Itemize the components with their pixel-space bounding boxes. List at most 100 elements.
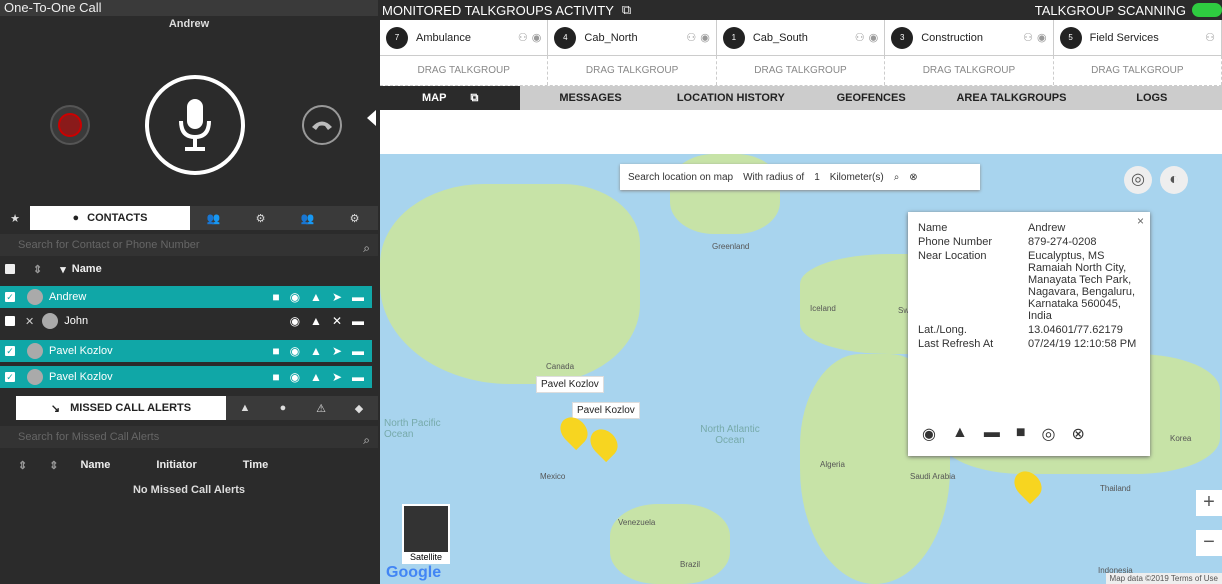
video-icon[interactable]: ■: [272, 344, 279, 358]
tab-talkgroups[interactable]: 👥: [284, 206, 331, 230]
ptt-icon[interactable]: ◉: [290, 344, 300, 358]
tab-broadcast[interactable]: ⚙: [331, 206, 378, 230]
talkgroup-cab-north[interactable]: 4 Cab_North ⚇ ◉: [548, 20, 717, 55]
row-checkbox[interactable]: ✓: [5, 346, 15, 356]
monitored-title: MONITORED TALKGROUPS ACTIVITY: [382, 2, 614, 18]
tab-location-history[interactable]: LOCATION HISTORY: [661, 92, 801, 104]
talkgroup-name: Cab_North: [584, 31, 638, 44]
message-icon[interactable]: ▬: [352, 290, 364, 304]
name-sort-icon[interactable]: ▾: [60, 263, 66, 276]
row-checkbox[interactable]: [5, 316, 15, 326]
tab-area-talkgroups[interactable]: AREA TALKGROUPS: [941, 92, 1081, 104]
tab-status[interactable]: ◆: [340, 396, 378, 420]
name-column-header[interactable]: Name: [80, 459, 110, 471]
tab-warning[interactable]: ⚠: [302, 396, 340, 420]
locate-icon[interactable]: ⊗: [909, 172, 917, 183]
message-icon[interactable]: ▬: [352, 370, 364, 384]
alert-bell-icon[interactable]: ▲: [310, 370, 322, 384]
message-icon[interactable]: ▬: [984, 424, 1000, 444]
tab-contacts[interactable]: ● CONTACTS: [30, 206, 190, 230]
map-layer-icon[interactable]: ◐: [1160, 166, 1188, 194]
tab-missed-call-alerts[interactable]: ↘ MISSED CALL ALERTS: [16, 396, 226, 420]
contact-search-input[interactable]: Search for Contact or Phone Number ⌕: [0, 234, 378, 256]
zoom-out-button[interactable]: −: [1196, 530, 1222, 556]
ptt-icon[interactable]: ◉: [922, 424, 936, 444]
contact-row[interactable]: ✓ Pavel Kozlov ■ ◉ ▲ ➤ ▬: [0, 340, 372, 362]
row-checkbox[interactable]: ✓: [5, 292, 15, 302]
user-location-marker[interactable]: [584, 423, 624, 463]
message-icon[interactable]: ▬: [352, 314, 364, 328]
talkgroup-construction[interactable]: 3 Construction ⚇ ◉: [885, 20, 1054, 55]
map-search-bar[interactable]: Search location on map With radius of 1 …: [620, 164, 980, 190]
contact-row[interactable]: ✕ John ◉ ▲ ✕ ▬: [0, 310, 372, 332]
drag-talkgroup-slot[interactable]: DRAG TALKGROUP: [717, 56, 886, 85]
popout-icon[interactable]: ⧉: [470, 92, 478, 104]
zoom-in-button[interactable]: +: [1196, 490, 1222, 516]
geofence-icon[interactable]: ◎: [1124, 166, 1152, 194]
ptt-icon[interactable]: ◉: [532, 31, 542, 44]
tab-groups[interactable]: 👥: [190, 206, 237, 230]
missed-list-header: ⇕ ⇕ Name Initiator Time: [0, 454, 378, 476]
location-icon[interactable]: ✕: [332, 314, 342, 328]
scanning-toggle[interactable]: [1192, 3, 1222, 17]
map-label-mexico: Mexico: [540, 472, 566, 481]
ptt-icon[interactable]: ◉: [290, 314, 300, 328]
alert-bell-icon[interactable]: ▲: [952, 424, 968, 444]
tab-messages[interactable]: MESSAGES: [520, 92, 660, 104]
tab-geofences[interactable]: GEOFENCES: [801, 92, 941, 104]
ptt-icon[interactable]: ◉: [1037, 31, 1047, 44]
drag-talkgroup-slot[interactable]: DRAG TALKGROUP: [380, 56, 549, 85]
scanning-label: TALKGROUP SCANNING: [1034, 2, 1186, 18]
location-icon[interactable]: ◎: [1041, 424, 1055, 444]
video-icon[interactable]: ■: [1016, 424, 1026, 444]
tab-dynamic-groups[interactable]: ⚙: [237, 206, 284, 230]
alert-bell-icon[interactable]: ▲: [310, 290, 322, 304]
location-icon[interactable]: ➤: [332, 290, 342, 304]
talkgroup-ambulance[interactable]: 7 Ambulance ⚇ ◉: [380, 20, 549, 55]
contact-row[interactable]: ✓ Pavel Kozlov ■ ◉ ▲ ➤ ▬: [0, 366, 372, 388]
contact-row[interactable]: ✓ Andrew ■ ◉ ▲ ➤ ▬: [0, 286, 372, 308]
ptt-icon[interactable]: ◉: [700, 31, 710, 44]
geofence-icon[interactable]: ⊗: [1071, 424, 1084, 444]
tab-map[interactable]: MAP ⧉: [380, 86, 521, 110]
radius-input[interactable]: 1: [814, 172, 820, 183]
tab-alerts[interactable]: ▲: [226, 396, 264, 420]
satellite-toggle[interactable]: Satellite: [402, 504, 450, 564]
talkgroup-cab-south[interactable]: 1 Cab_South ⚇ ◉: [717, 20, 886, 55]
radius-unit-select[interactable]: Kilometer(s): [830, 172, 884, 183]
map-search-input[interactable]: Search location on map: [628, 172, 733, 183]
alert-bell-icon[interactable]: ▲: [310, 314, 322, 328]
ptt-icon[interactable]: ◉: [290, 370, 300, 384]
location-icon[interactable]: ➤: [332, 370, 342, 384]
row-checkbox[interactable]: ✓: [5, 372, 15, 382]
map-canvas[interactable]: Greenland Iceland Sweden Canada Mexico N…: [380, 154, 1222, 584]
ptt-mic-button[interactable]: [145, 75, 245, 175]
message-icon[interactable]: ▬: [352, 344, 364, 358]
select-all-checkbox[interactable]: [5, 264, 15, 274]
tab-emergency[interactable]: ●: [264, 396, 302, 420]
drag-talkgroup-slot[interactable]: DRAG TALKGROUP: [885, 56, 1054, 85]
close-icon[interactable]: ×: [1137, 214, 1144, 228]
drag-talkgroup-slot[interactable]: DRAG TALKGROUP: [548, 56, 717, 85]
popout-icon[interactable]: ⧉: [622, 2, 631, 18]
time-column-header[interactable]: Time: [243, 459, 268, 471]
name-column-header[interactable]: Name: [72, 263, 102, 275]
missed-search-input[interactable]: Search for Missed Call Alerts ⌕: [0, 426, 378, 448]
ptt-icon[interactable]: ◉: [290, 290, 300, 304]
video-icon[interactable]: ■: [272, 370, 279, 384]
search-icon[interactable]: ⌕: [894, 172, 900, 183]
ptt-icon[interactable]: ◉: [869, 31, 879, 44]
map-attribution[interactable]: Map data ©2019 Terms of Use: [1105, 573, 1222, 584]
drag-talkgroup-slot[interactable]: DRAG TALKGROUP: [1054, 56, 1222, 85]
collapse-arrow-icon[interactable]: [367, 110, 376, 126]
end-call-button[interactable]: [302, 105, 342, 145]
alert-bell-icon[interactable]: ▲: [310, 344, 322, 358]
favorites-star-icon[interactable]: ★: [0, 206, 30, 230]
video-icon[interactable]: ■: [272, 290, 279, 304]
talkgroup-field-services[interactable]: 5 Field Services ⚇: [1054, 20, 1222, 55]
mute-button[interactable]: [50, 105, 90, 145]
scanning-control: TALKGROUP SCANNING: [1035, 3, 1222, 18]
tab-logs[interactable]: LOGS: [1082, 92, 1222, 104]
location-icon[interactable]: ➤: [332, 344, 342, 358]
initiator-column-header[interactable]: Initiator: [156, 459, 196, 471]
